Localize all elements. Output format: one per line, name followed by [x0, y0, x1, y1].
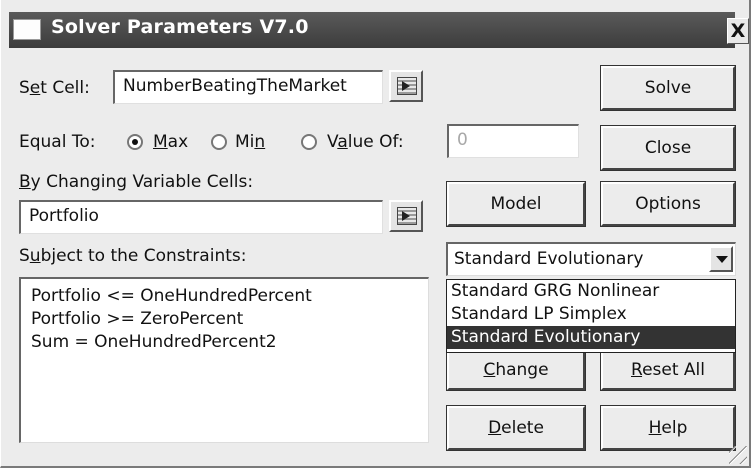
range-select-icon: [397, 77, 417, 95]
set-cell-input[interactable]: NumberBeatingTheMarket: [113, 70, 383, 104]
help-button[interactable]: Help: [600, 405, 736, 451]
solver-dialog: Solver Parameters V7.0 X Set Cell: Numbe…: [0, 0, 751, 468]
chevron-down-icon[interactable]: [709, 246, 733, 272]
delete-button[interactable]: Delete: [446, 405, 586, 451]
radio-value-of[interactable]: [301, 134, 317, 150]
constraint-item[interactable]: Portfolio <= OneHundredPercent: [31, 285, 418, 308]
radio-value-of-label: Value Of:: [327, 132, 404, 152]
close-button[interactable]: Close: [600, 125, 736, 171]
window-title: Solver Parameters V7.0: [51, 16, 309, 38]
changing-cells-input[interactable]: Portfolio: [19, 200, 383, 234]
radio-min-label: Min: [235, 132, 266, 152]
engine-option-lp[interactable]: Standard LP Simplex: [447, 303, 735, 326]
radio-min[interactable]: [211, 134, 227, 150]
set-cell-label: Set Cell:: [19, 78, 90, 98]
range-select-icon: [397, 207, 417, 225]
engine-option-evolutionary[interactable]: Standard Evolutionary: [447, 326, 735, 349]
engine-select[interactable]: Standard Evolutionary: [446, 242, 736, 276]
constraint-item[interactable]: Sum = OneHundredPercent2: [31, 331, 418, 354]
close-window-button[interactable]: X: [727, 18, 749, 44]
set-cell-ref-button[interactable]: [389, 70, 423, 102]
constraints-list[interactable]: Portfolio <= OneHundredPercent Portfolio…: [19, 277, 429, 443]
changing-cells-label: By Changing Variable Cells:: [19, 172, 254, 192]
value-of-input[interactable]: 0: [447, 124, 579, 158]
constraint-item[interactable]: Portfolio >= ZeroPercent: [31, 308, 418, 331]
engine-option-grg[interactable]: Standard GRG Nonlinear: [447, 280, 735, 303]
engine-dropdown-list: Standard GRG Nonlinear Standard LP Simpl…: [446, 279, 736, 353]
constraints-label: Subject to the Constraints:: [19, 246, 247, 266]
window-icon: [13, 19, 41, 40]
radio-max-label: Max: [153, 132, 189, 152]
model-button[interactable]: Model: [446, 181, 586, 227]
changing-cells-ref-button[interactable]: [389, 200, 423, 232]
radio-max[interactable]: [127, 134, 143, 150]
resize-grip-icon[interactable]: [729, 446, 747, 464]
solve-button[interactable]: Solve: [600, 65, 736, 111]
engine-selected-value: Standard Evolutionary: [454, 249, 644, 269]
options-button[interactable]: Options: [600, 181, 736, 227]
equal-to-label: Equal To:: [19, 132, 96, 152]
